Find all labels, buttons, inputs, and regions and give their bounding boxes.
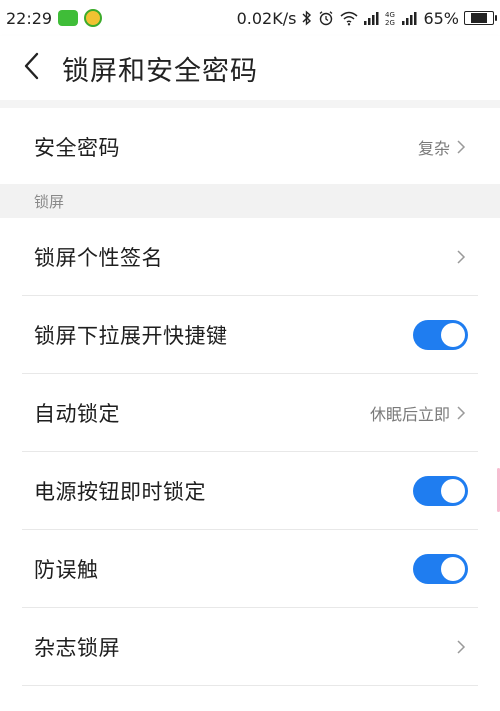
svg-text:2G: 2G [385,19,395,26]
auto-lock-row[interactable]: 自动锁定 休眠后立即 [0,374,500,452]
signal-4g-icon: 4G 2G [385,10,397,26]
bluetooth-icon [301,10,313,26]
battery-percent: 65% [423,8,459,28]
row-right [413,554,468,584]
security-password-row[interactable]: 安全密码 复杂 [0,108,500,186]
battery-fill [470,13,488,23]
section-header-lockscreen: 锁屏 [0,184,500,218]
row-right: 复杂 [418,135,468,159]
row-right: 休眠后立即 [370,401,468,425]
anti-mistouch-toggle[interactable] [413,554,468,584]
power-button-lock-toggle[interactable] [413,476,468,506]
chevron-right-icon [454,139,468,155]
back-arrow-icon [23,52,39,84]
status-net-speed: 0.02K/s [236,8,297,28]
battery-icon [464,11,497,25]
row-right [454,249,468,265]
row-value: 复杂 [417,139,450,158]
status-bar: 22:29 0.02K/s 4G 2G 65% [0,0,500,36]
row-label: 杂志锁屏 [34,636,120,660]
toggle-knob [441,557,465,581]
row-label: 自动锁定 [34,402,120,426]
power-button-lock-row: 电源按钮即时锁定 [0,452,500,530]
status-left: 22:29 [6,8,103,28]
lockscreen-signature-row[interactable]: 锁屏个性签名 [0,218,500,296]
app-icon [84,9,103,27]
row-label: 电源按钮即时锁定 [34,480,206,504]
magazine-lockscreen-row[interactable]: 杂志锁屏 [0,608,500,686]
signal-icon [364,11,380,25]
row-label: 锁屏个性签名 [34,246,163,270]
row-label: 锁屏下拉展开快捷键 [34,324,228,348]
back-button[interactable] [0,36,62,100]
alarm-icon [318,10,334,26]
row-label: 安全密码 [34,136,120,160]
pulldown-shortcut-toggle[interactable] [413,320,468,350]
chevron-right-icon [454,405,468,421]
toggle-knob [441,323,465,347]
status-right: 0.02K/s 4G 2G 65% [236,8,497,28]
row-value: 休眠后立即 [369,405,450,424]
row-right [413,320,468,350]
wifi-icon [339,10,359,26]
anti-mistouch-row: 防误触 [0,530,500,608]
pulldown-shortcut-row: 锁屏下拉展开快捷键 [0,296,500,374]
chevron-right-icon [454,639,468,655]
row-right [454,639,468,655]
gap-strip [0,100,500,108]
page-title: 锁屏和安全密码 [62,55,258,87]
wechat-icon [58,10,79,26]
svg-text:4G: 4G [385,11,395,19]
toggle-knob [441,479,465,503]
nav-bar: 锁屏和安全密码 [0,36,500,100]
chevron-right-icon [454,249,468,265]
signal-icon [402,11,418,25]
divider [22,685,478,686]
row-label: 防误触 [34,558,99,582]
row-right [413,476,468,506]
status-time: 22:29 [6,8,53,28]
